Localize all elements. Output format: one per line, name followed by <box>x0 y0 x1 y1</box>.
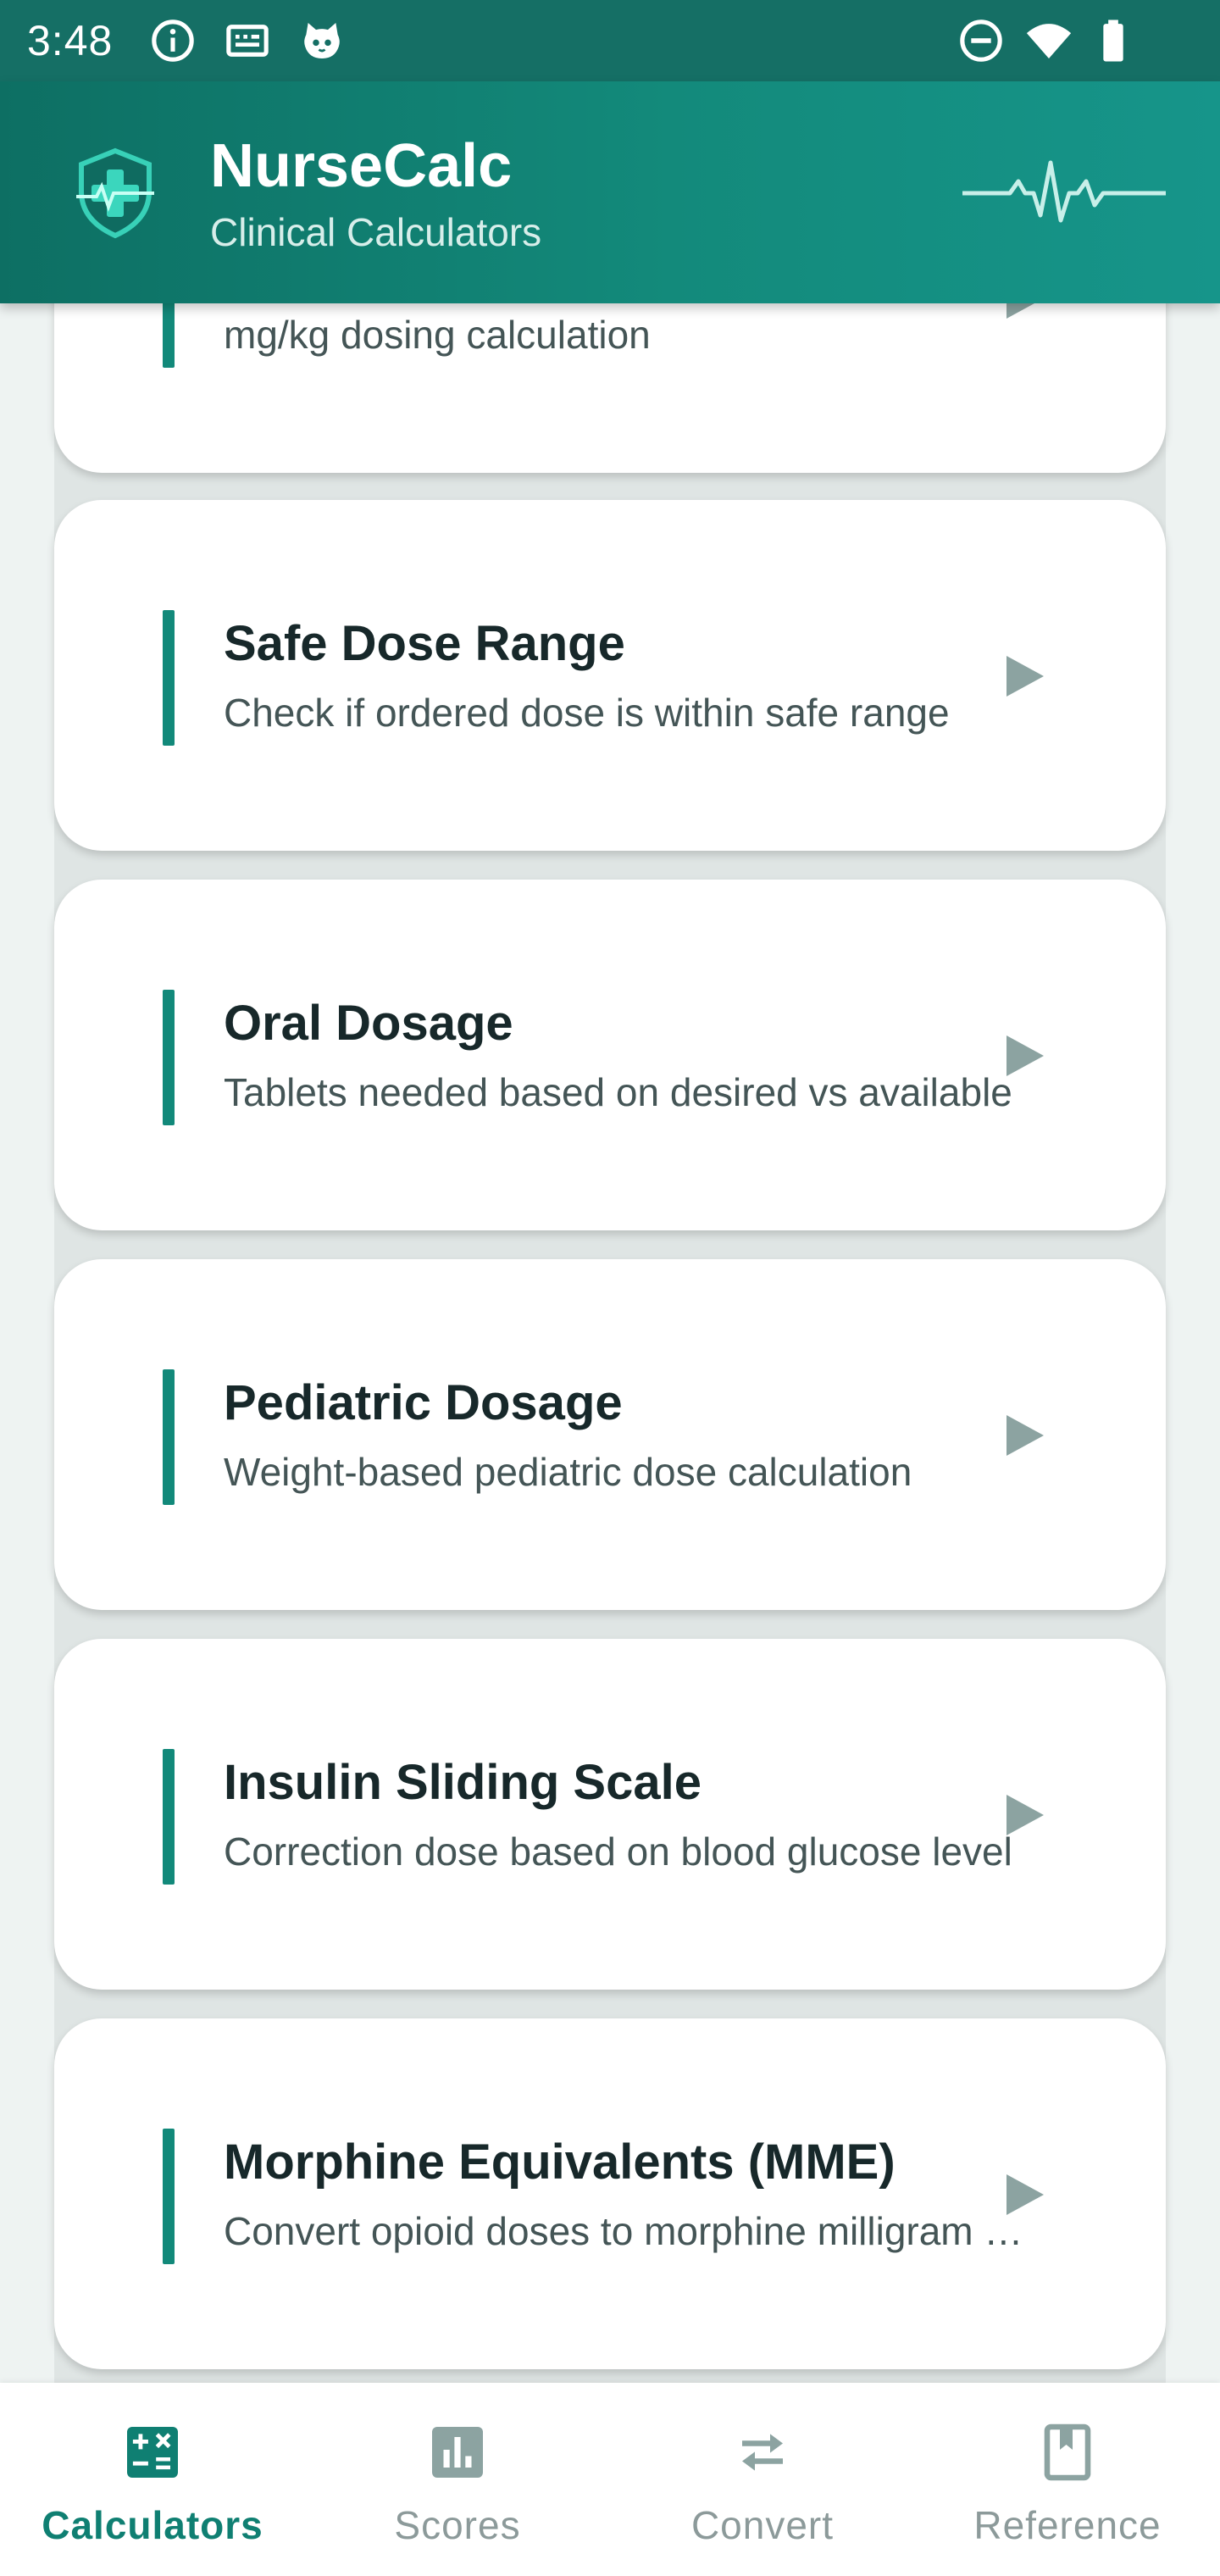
play-arrow-icon <box>1003 1032 1047 1080</box>
nav-label: Calculators <box>42 2503 263 2547</box>
card-description: Convert opioid doses to morphine milligr… <box>224 2209 1044 2253</box>
nav-item-reference[interactable]: Reference <box>915 2383 1220 2576</box>
play-arrow-icon <box>1003 1791 1047 1839</box>
nav-item-scores[interactable]: Scores <box>305 2383 610 2576</box>
calculator-card-oral-dosage[interactable]: Oral Dosage Tablets needed based on desi… <box>54 880 1166 1230</box>
card-accent-bar <box>163 1369 175 1505</box>
card-title: Morphine Equivalents (MME) <box>224 2135 896 2190</box>
status-time: 3:48 <box>27 17 114 64</box>
nav-item-convert[interactable]: Convert <box>610 2383 915 2576</box>
play-arrow-icon <box>1003 1412 1047 1459</box>
card-description: Correction dose based on blood glucose l… <box>224 1829 1012 1874</box>
shield-medical-icon <box>73 146 158 241</box>
play-arrow-icon <box>1003 652 1047 700</box>
app-subtitle: Clinical Calculators <box>210 210 542 254</box>
card-title: Pediatric Dosage <box>224 1375 623 1430</box>
card-title: Oral Dosage <box>224 996 513 1051</box>
keyboard-icon <box>224 17 271 64</box>
calculator-card-insulin-sliding-scale[interactable]: Insulin Sliding Scale Correction dose ba… <box>54 1639 1166 1990</box>
card-description: Tablets needed based on desired vs avail… <box>224 1070 1012 1114</box>
card-description: Weight-based pediatric dose calculation <box>224 1450 912 1494</box>
heartbeat-icon <box>962 156 1166 232</box>
calculator-list[interactable]: mg/kg dosing calculation Safe Dose Range… <box>0 303 1220 2383</box>
play-arrow-icon <box>1003 303 1047 322</box>
calculator-card-mg-kg-dosing[interactable]: mg/kg dosing calculation <box>54 303 1166 473</box>
calculator-icon <box>122 2422 183 2483</box>
status-bar: 3:48 <box>0 0 1220 81</box>
card-title: Insulin Sliding Scale <box>224 1755 702 1810</box>
card-accent-bar <box>163 2129 175 2264</box>
do-not-disturb-icon <box>957 17 1005 64</box>
calculator-card-morphine-equivalents[interactable]: Morphine Equivalents (MME) Convert opioi… <box>54 2018 1166 2369</box>
cat-face-icon <box>298 17 346 64</box>
card-accent-bar <box>163 610 175 746</box>
nav-item-calculators[interactable]: Calculators <box>0 2383 305 2576</box>
bottom-navigation: Calculators Scores Convert Reference <box>0 2383 1220 2576</box>
card-title: Safe Dose Range <box>224 616 625 671</box>
card-accent-bar <box>163 990 175 1125</box>
card-description: Check if ordered dose is within safe ran… <box>224 691 950 735</box>
nav-label: Reference <box>973 2503 1162 2547</box>
nav-label: Convert <box>690 2503 835 2547</box>
card-accent-bar <box>163 1749 175 1885</box>
bookmark-book-icon <box>1037 2422 1098 2483</box>
app-title: NurseCalc <box>210 132 513 200</box>
info-icon <box>149 17 197 64</box>
calculator-card-pediatric-dosage[interactable]: Pediatric Dosage Weight-based pediatric … <box>54 1259 1166 1610</box>
swap-arrows-icon <box>732 2422 793 2483</box>
calculator-card-safe-dose-range[interactable]: Safe Dose Range Check if ordered dose is… <box>54 500 1166 851</box>
card-description: mg/kg dosing calculation <box>224 313 651 357</box>
wifi-icon <box>1025 17 1073 64</box>
card-accent-bar <box>163 303 175 368</box>
battery-icon <box>1090 17 1137 64</box>
play-arrow-icon <box>1003 2171 1047 2218</box>
bar-chart-icon <box>427 2422 488 2483</box>
nav-label: Scores <box>394 2503 521 2547</box>
app-bar: NurseCalc Clinical Calculators <box>0 81 1220 303</box>
